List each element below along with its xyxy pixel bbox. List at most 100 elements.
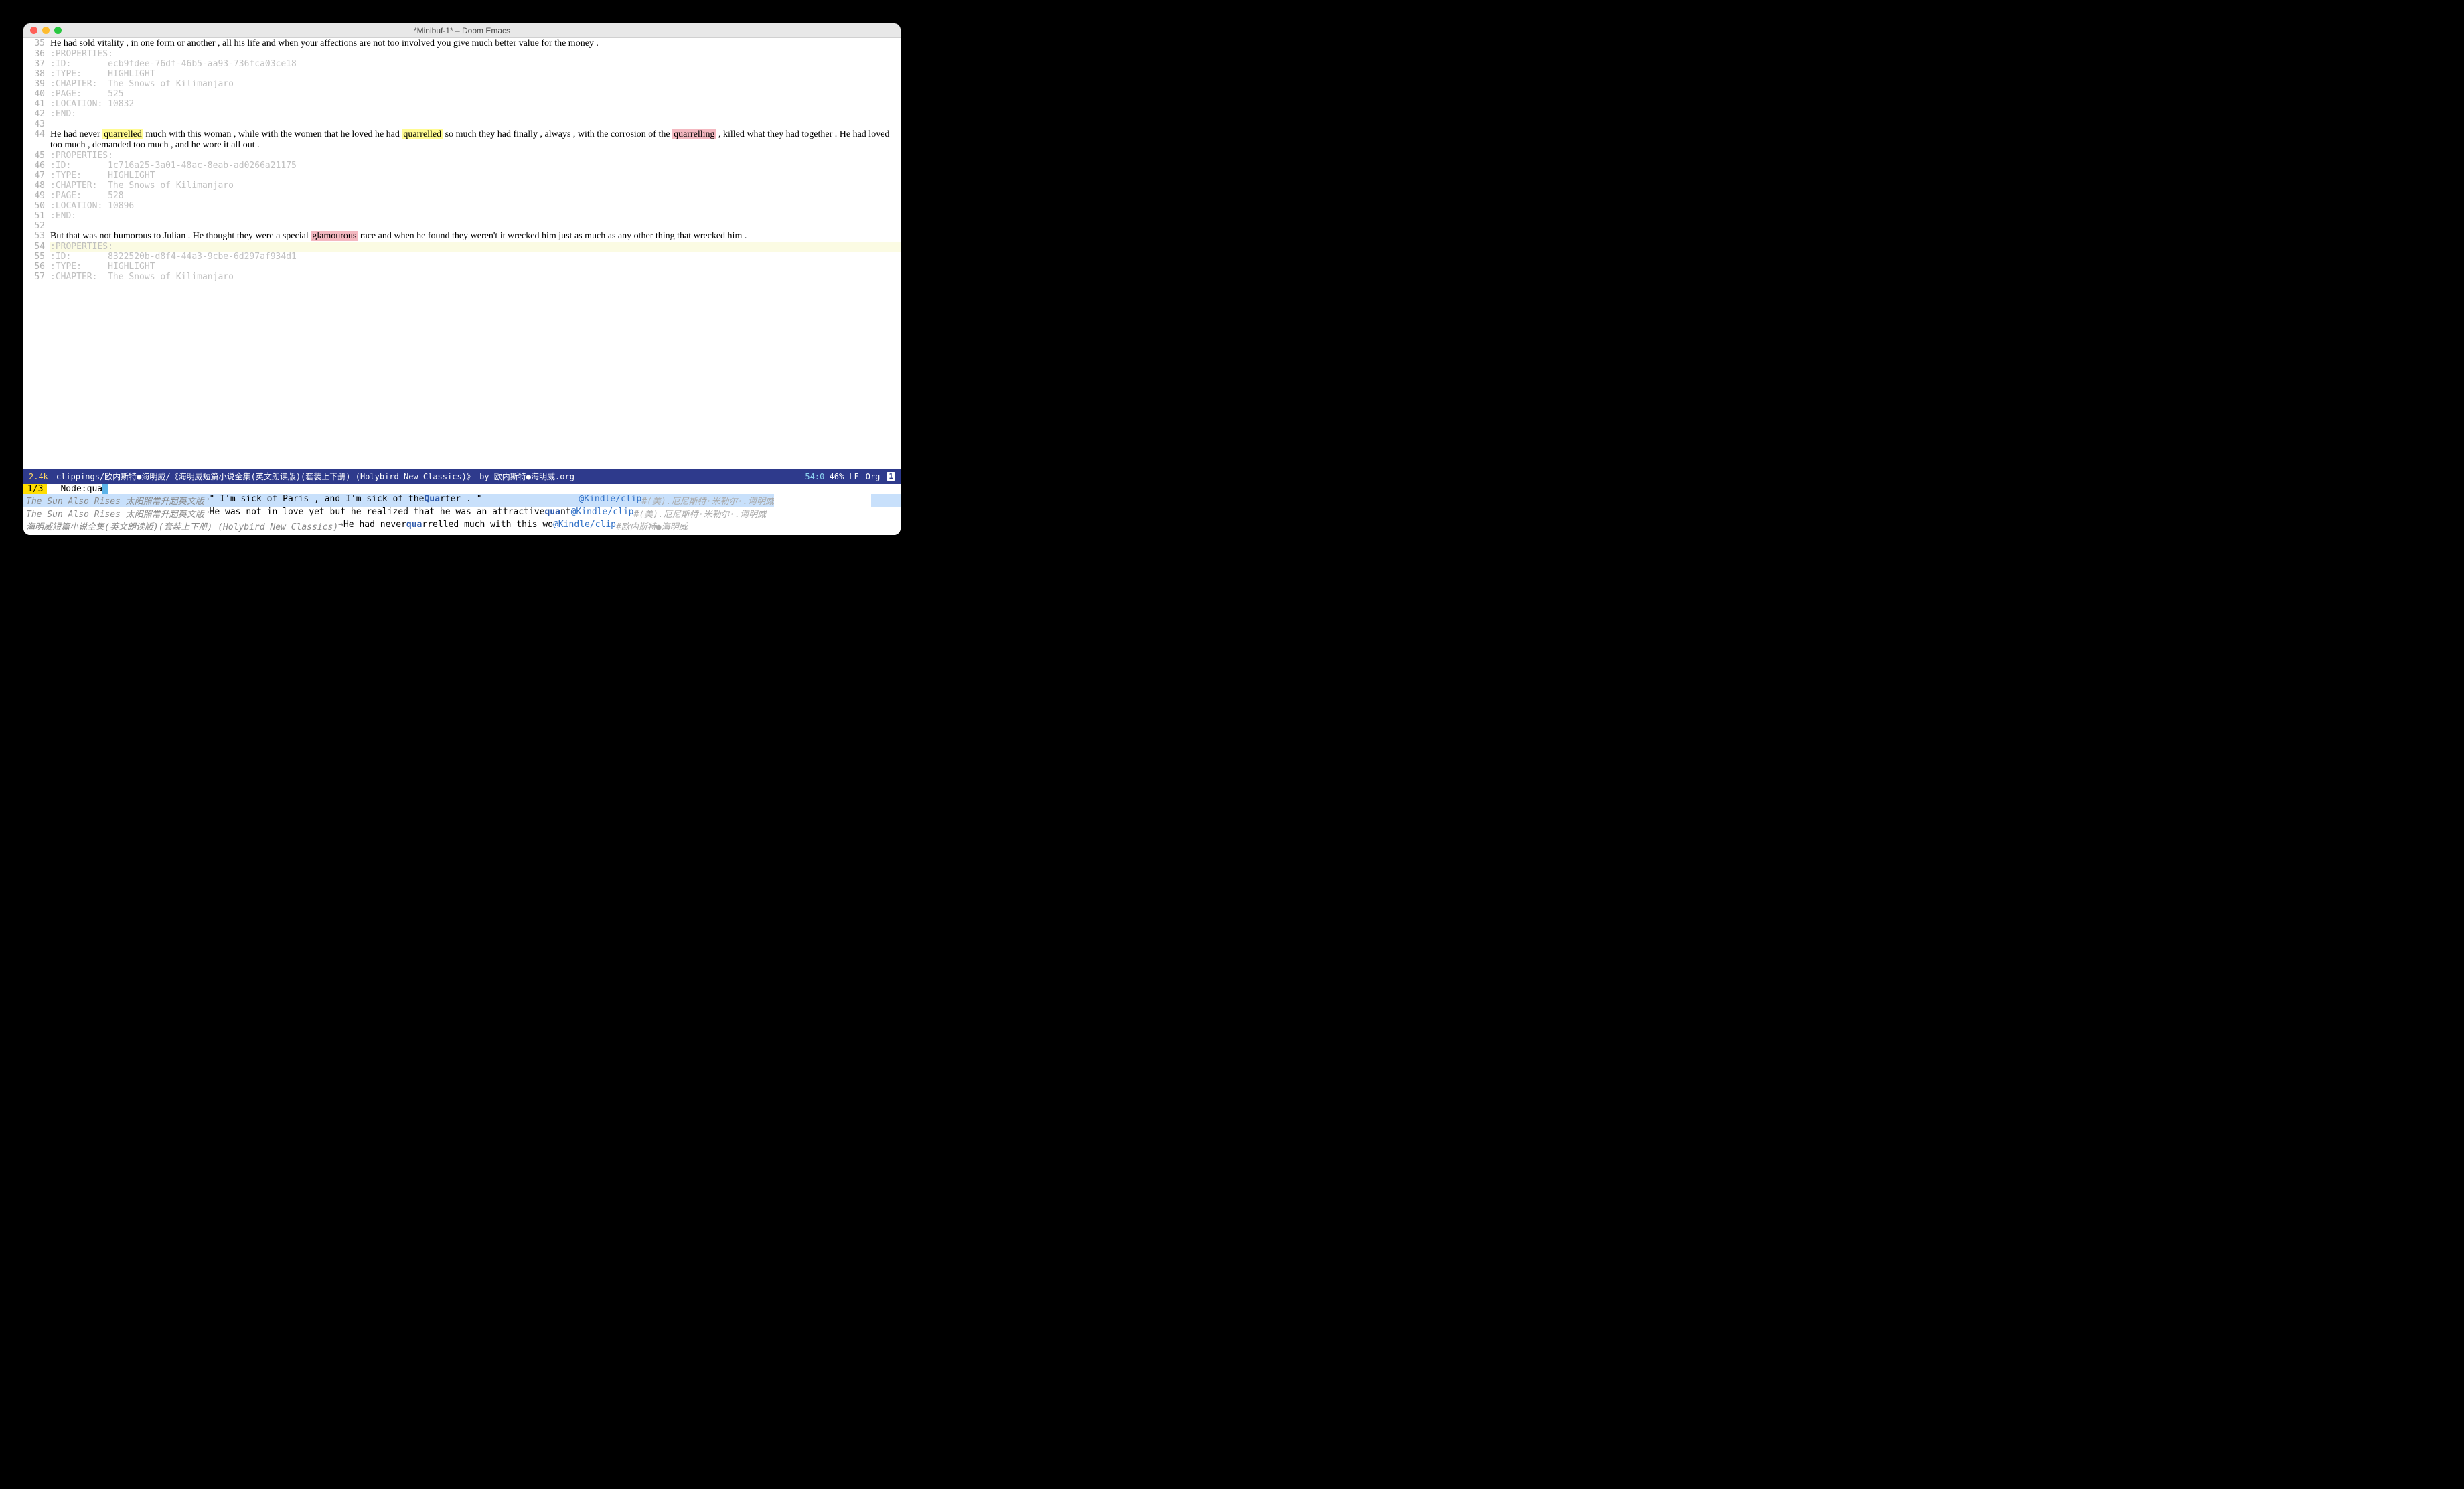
code-line[interactable]: 38:TYPE: HIGHLIGHT	[23, 69, 901, 79]
line-content: :CHAPTER: The Snows of Kilimanjaro	[50, 272, 901, 282]
line-content: :CHAPTER: The Snows of Kilimanjaro	[50, 79, 901, 89]
emacs-window: *Minibuf-1* – Doom Emacs 35He had sold v…	[23, 23, 901, 535]
code-line[interactable]: 39:CHAPTER: The Snows of Kilimanjaro	[23, 79, 901, 89]
code-line[interactable]: 50:LOCATION: 10896	[23, 201, 901, 211]
code-line[interactable]: 35He had sold vitality , in one form or …	[23, 38, 901, 49]
arrow-icon: →	[204, 494, 210, 507]
candidate-tag: @Kindle/clip	[571, 507, 634, 520]
code-line[interactable]: 57:CHAPTER: The Snows of Kilimanjaro	[23, 272, 901, 282]
window-title: *Minibuf-1* – Doom Emacs	[23, 26, 901, 35]
code-line[interactable]: 46:ID: 1c716a25-3a01-48ac-8eab-ad0266a21…	[23, 161, 901, 171]
line-number: 47	[23, 171, 50, 181]
line-number: 40	[23, 89, 50, 99]
prompt-label: Node:	[47, 484, 86, 494]
candidate-match: qua	[406, 520, 422, 532]
line-content: :PAGE: 525	[50, 89, 901, 99]
line-number: 42	[23, 109, 50, 119]
line-content: :END:	[50, 109, 901, 119]
code-line[interactable]: 36:PROPERTIES:	[23, 49, 901, 59]
line-content: :PROPERTIES:	[50, 151, 901, 161]
code-line[interactable]: 52	[23, 221, 901, 231]
candidate-meta: #(美).厄尼斯特·米勒尔·.海明威	[634, 507, 767, 520]
line-number: 50	[23, 201, 50, 211]
line-ending: LF	[849, 472, 858, 481]
line-number: 55	[23, 252, 50, 262]
code-line[interactable]: 54:PROPERTIES:	[23, 242, 901, 252]
candidate-text-post: rter . "	[440, 494, 482, 507]
modeline-right: LF Org 1	[849, 472, 895, 481]
line-content: He had never quarrelled much with this w…	[50, 129, 901, 151]
code-line[interactable]: 41:LOCATION: 10832	[23, 99, 901, 109]
buffer-path: clippings/欧内斯特●海明威/《海明威短篇小说全集(英文朗读版)(套装上…	[56, 471, 800, 482]
candidate-match: qua	[544, 507, 560, 520]
line-content: :ID: ecb9fdee-76df-46b5-aa93-736fca03ce1…	[50, 59, 901, 69]
candidate-meta: #(美).厄尼斯特·米勒尔·.海明威	[641, 494, 774, 507]
line-number: 43	[23, 119, 50, 129]
match-count: 1/3	[23, 484, 47, 494]
line-content: :ID: 1c716a25-3a01-48ac-8eab-ad0266a2117…	[50, 161, 901, 171]
buffer-content[interactable]: 35He had sold vitality , in one form or …	[23, 38, 901, 469]
line-content	[50, 119, 901, 129]
line-content: :ID: 8322520b-d8f4-44a3-9cbe-6d297af934d…	[50, 252, 901, 262]
line-content: :END:	[50, 211, 901, 221]
candidate-text-pre: He was not in love yet but he realized t…	[210, 507, 545, 520]
major-mode: Org	[866, 472, 880, 481]
line-content: :LOCATION: 10832	[50, 99, 901, 109]
line-content: :TYPE: HIGHLIGHT	[50, 69, 901, 79]
candidate-source: The Sun Also Rises 太阳照常升起英文版	[26, 494, 204, 507]
completion-candidate[interactable]: The Sun Also Rises 太阳照常升起英文版 → " I'm sic…	[23, 494, 901, 507]
code-line[interactable]: 49:PAGE: 528	[23, 191, 901, 201]
line-content: :CHAPTER: The Snows of Kilimanjaro	[50, 181, 901, 191]
line-content: :LOCATION: 10896	[50, 201, 901, 211]
code-line[interactable]: 45:PROPERTIES:	[23, 151, 901, 161]
modeline: 2.4k clippings/欧内斯特●海明威/《海明威短篇小说全集(英文朗读版…	[23, 469, 901, 484]
line-number: 48	[23, 181, 50, 191]
minibuffer-prompt: 1/3 Node: qua	[23, 484, 901, 494]
code-line[interactable]: 55:ID: 8322520b-d8f4-44a3-9cbe-6d297af93…	[23, 252, 901, 262]
candidate-tag: @Kindle/clip	[553, 520, 616, 532]
cursor-position: 54:0 46%	[805, 472, 844, 481]
minibuffer-input[interactable]: qua	[87, 484, 108, 494]
code-line[interactable]: 47:TYPE: HIGHLIGHT	[23, 171, 901, 181]
completion-results: The Sun Also Rises 太阳照常升起英文版 → " I'm sic…	[23, 494, 901, 532]
candidate-text-pre: " I'm sick of Paris , and I'm sick of th…	[210, 494, 425, 507]
line-number: 38	[23, 69, 50, 79]
code-line[interactable]: 37:ID: ecb9fdee-76df-46b5-aa93-736fca03c…	[23, 59, 901, 69]
candidate-tag: @Kindle/clip	[579, 494, 641, 507]
line-content: :TYPE: HIGHLIGHT	[50, 171, 901, 181]
candidate-text-pre: He had never	[343, 520, 406, 532]
line-number: 52	[23, 221, 50, 231]
line-number: 49	[23, 191, 50, 201]
editor-area: 35He had sold vitality , in one form or …	[23, 38, 901, 535]
code-line[interactable]: 56:TYPE: HIGHLIGHT	[23, 262, 901, 272]
code-line[interactable]: 40:PAGE: 525	[23, 89, 901, 99]
minibuffer: 1/3 Node: qua The Sun Also Rises 太阳照常升起英…	[23, 484, 901, 535]
line-number: 56	[23, 262, 50, 272]
candidate-source: 海明威短篇小说全集(英文朗读版)(套装上下册) (Holybird New Cl…	[26, 520, 338, 532]
completion-candidate[interactable]: 海明威短篇小说全集(英文朗读版)(套装上下册) (Holybird New Cl…	[23, 520, 901, 532]
code-line[interactable]: 48:CHAPTER: The Snows of Kilimanjaro	[23, 181, 901, 191]
line-content	[50, 221, 901, 231]
candidate-match: Qua	[424, 494, 439, 507]
code-line[interactable]: 43	[23, 119, 901, 129]
line-content: He had sold vitality , in one form or an…	[50, 38, 901, 49]
candidate-text-post: rrelled much with this wo	[422, 520, 553, 532]
code-line[interactable]: 42:END:	[23, 109, 901, 119]
buffer-size: 2.4k	[29, 472, 48, 481]
completion-candidate[interactable]: The Sun Also Rises 太阳照常升起英文版 → He was no…	[23, 507, 901, 520]
titlebar: *Minibuf-1* – Doom Emacs	[23, 23, 901, 38]
arrow-icon: →	[338, 520, 343, 532]
line-number: 51	[23, 211, 50, 221]
arrow-icon: →	[204, 507, 210, 520]
line-content: :PAGE: 528	[50, 191, 901, 201]
line-number: 39	[23, 79, 50, 89]
line-number: 44	[23, 129, 50, 151]
code-line[interactable]: 51:END:	[23, 211, 901, 221]
modeline-badge: 1	[887, 472, 895, 481]
line-content: :PROPERTIES:	[50, 49, 901, 59]
code-line[interactable]: 53But that was not humorous to Julian . …	[23, 231, 901, 242]
line-number: 37	[23, 59, 50, 69]
line-content: :TYPE: HIGHLIGHT	[50, 262, 901, 272]
line-number: 54	[23, 242, 50, 252]
code-line[interactable]: 44He had never quarrelled much with this…	[23, 129, 901, 151]
